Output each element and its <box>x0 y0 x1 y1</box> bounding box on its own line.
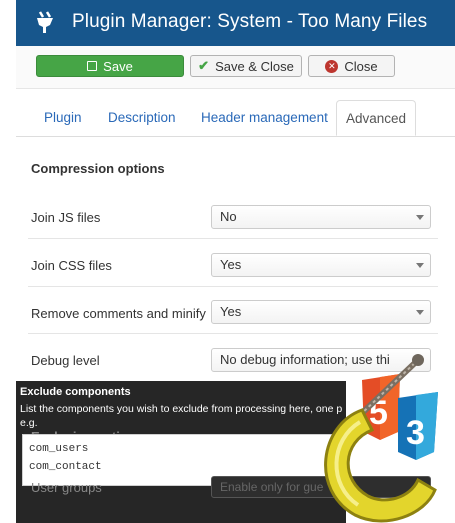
caret-down-icon <box>416 215 424 220</box>
join-css-select[interactable]: Yes <box>211 253 431 277</box>
section-title: Compression options <box>31 161 165 176</box>
page-header: Plugin Manager: System - Too Many Files <box>16 0 455 46</box>
tab-description[interactable]: Description <box>108 100 176 136</box>
user-groups-label: User groups <box>31 480 102 495</box>
join-css-value: Yes <box>220 257 242 272</box>
page-title: Plugin Manager: System - Too Many Files <box>72 11 428 32</box>
save-icon <box>87 61 98 71</box>
save-button-label: Save <box>103 58 133 74</box>
tooltip-text: List the components you wish to exclude … <box>20 403 342 415</box>
tooltip-title: Exclude components <box>20 386 131 398</box>
save-close-button-label: Save & Close <box>215 58 294 74</box>
debug-level-label: Debug level <box>31 353 100 368</box>
close-icon: ✕ <box>325 59 339 73</box>
svg-text:3: 3 <box>406 414 425 452</box>
close-button-label: Close <box>344 58 378 74</box>
join-css-label: Join CSS files <box>31 258 112 273</box>
caret-down-icon <box>416 310 424 315</box>
left-gutter <box>0 0 16 523</box>
minify-value: Yes <box>220 304 242 319</box>
divider <box>28 286 438 287</box>
toolbar: Save ✔ Save & Close ✕ Close <box>16 46 455 89</box>
save-close-button[interactable]: ✔ Save & Close <box>190 55 302 77</box>
divider <box>28 238 438 239</box>
clamp-html5-css3-logo: 5 3 <box>324 354 438 523</box>
tab-plugin[interactable]: Plugin <box>44 100 82 136</box>
tab-header-management[interactable]: Header management <box>201 100 328 136</box>
save-button[interactable]: Save <box>36 55 184 77</box>
divider <box>28 333 438 334</box>
check-icon: ✔ <box>198 58 210 73</box>
exclude-line: com_users <box>29 443 89 455</box>
close-button[interactable]: ✕ Close <box>308 55 395 77</box>
tooltip-example: e.g. <box>20 417 38 429</box>
plug-icon <box>37 11 53 33</box>
join-js-label: Join JS files <box>31 210 101 225</box>
caret-down-icon <box>416 263 424 268</box>
tab-bar: Plugin Description Header management Adv… <box>16 100 455 137</box>
join-js-value: No <box>220 209 237 224</box>
tab-advanced[interactable]: Advanced <box>336 100 416 136</box>
minify-label: Remove comments and minify <box>31 306 206 321</box>
exclude-line: com_contact <box>29 461 102 473</box>
minify-select[interactable]: Yes <box>211 300 431 324</box>
join-js-select[interactable]: No <box>211 205 431 229</box>
